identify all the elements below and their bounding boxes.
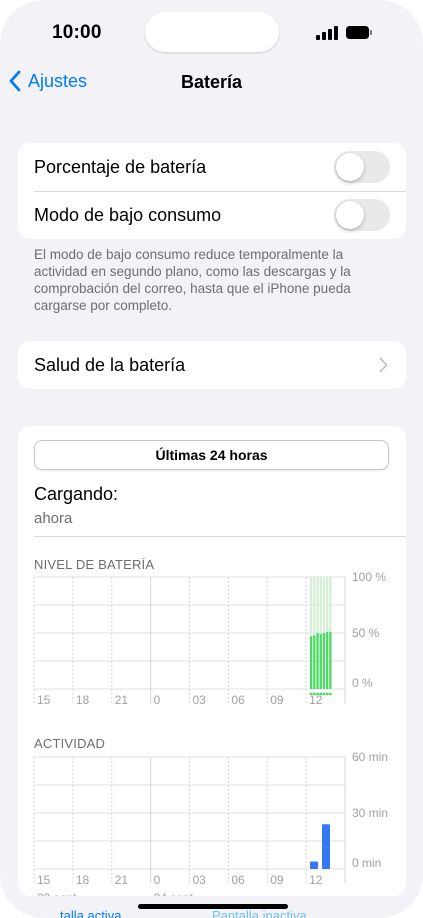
home-indicator[interactable]	[138, 904, 288, 909]
last-24-hours-segment[interactable]: Últimas 24 horas	[34, 440, 389, 470]
x-tick-label: 18	[76, 873, 90, 887]
battery-percentage-toggle[interactable]	[334, 151, 390, 183]
x-date-label: 24 sept	[154, 891, 194, 896]
charging-status-time: ahora	[34, 510, 73, 527]
y-tick-label: 30 min	[352, 806, 388, 820]
battery-level-title: NIVEL DE BATERÍA	[34, 557, 155, 572]
activity-chart: 15 18 21 0 03 06 09 12 23 sept 24 sept 60 min 30 mi…	[33, 751, 388, 896]
low-power-mode-label: Modo de bajo consumo	[34, 204, 222, 225]
x-tick-label: 06	[231, 873, 245, 887]
charging-dot	[312, 692, 316, 696]
x-tick-label: 21	[115, 693, 129, 707]
battery-health-label: Salud de la batería	[34, 354, 186, 375]
page-title: Batería	[180, 72, 243, 92]
data-bar	[316, 633, 319, 689]
tab-screen-active[interactable]: talla activa	[60, 908, 121, 918]
battery-options-card: Porcentaje de batería Modo de bajo consu…	[18, 143, 406, 239]
data-bar	[329, 631, 332, 689]
charging-dot	[309, 692, 313, 696]
charging-status-label: Cargando:	[34, 484, 119, 504]
x-tick-label: 12	[309, 873, 323, 887]
low-power-mode-toggle[interactable]	[334, 199, 390, 231]
x-tick-label: 15	[37, 873, 51, 887]
x-tick-label: 03	[193, 693, 207, 707]
battery-health-row[interactable]: Salud de la batería	[18, 341, 406, 389]
data-bar	[322, 633, 326, 689]
dynamic-island	[145, 12, 279, 52]
x-tick-label: 21	[115, 873, 129, 887]
chevron-right-icon	[379, 357, 388, 373]
activity-title: ACTIVIDAD	[34, 736, 106, 751]
battery-percentage-label: Porcentaje de batería	[34, 156, 207, 177]
charging-dot	[325, 692, 329, 696]
divider	[34, 536, 406, 537]
data-bar	[326, 631, 329, 689]
x-tick-label: 06	[231, 693, 245, 707]
battery-level-chart: 15 18 21 0 03 06 09 12100 %50 %0 %	[33, 571, 386, 707]
charging-dot	[316, 692, 319, 696]
cellular-signal-icon	[316, 26, 338, 40]
x-tick-label: 18	[76, 693, 90, 707]
y-tick-label: 0 %	[352, 676, 373, 690]
charging-dot	[322, 692, 326, 696]
charging-dot	[319, 692, 323, 696]
battery-health-card[interactable]: Salud de la batería	[18, 341, 406, 389]
x-tick-label: 09	[270, 693, 284, 707]
x-tick-label: 0	[154, 873, 161, 887]
charging-dot	[328, 692, 332, 696]
y-tick-label: 50 %	[352, 626, 380, 640]
phone-screen: 10:00 Ajustes Batería Porcentaje de bate…	[0, 0, 423, 918]
x-tick-label: 0	[154, 693, 161, 707]
x-tick-label: 09	[270, 873, 284, 887]
data-bar	[310, 636, 313, 689]
battery-percentage-row: Porcentaje de batería	[18, 143, 406, 191]
low-power-footnote: El modo de bajo consumo reduce temporalm…	[34, 247, 351, 313]
data-bar	[322, 824, 330, 869]
x-date-label: 23 sept	[37, 891, 77, 896]
data-bar	[319, 634, 322, 689]
low-power-mode-row: Modo de bajo consumo	[18, 191, 406, 239]
data-bar	[313, 635, 316, 689]
y-tick-label: 100 %	[352, 571, 386, 584]
battery-status-icon	[346, 26, 372, 39]
y-tick-label: 60 min	[352, 751, 388, 764]
navigation-bar: Ajustes Batería	[0, 62, 423, 102]
y-tick-label: 0 min	[352, 856, 381, 870]
x-tick-label: 15	[37, 693, 51, 707]
x-tick-label: 03	[193, 873, 207, 887]
tab-screen-inactive[interactable]: Pantalla inactiva	[212, 908, 307, 918]
status-time: 10:00	[52, 22, 102, 43]
status-bar: 10:00	[0, 0, 423, 60]
data-bar	[310, 861, 318, 869]
battery-usage-card: Últimas 24 horas Cargando: ahora NIVEL D…	[18, 426, 406, 896]
